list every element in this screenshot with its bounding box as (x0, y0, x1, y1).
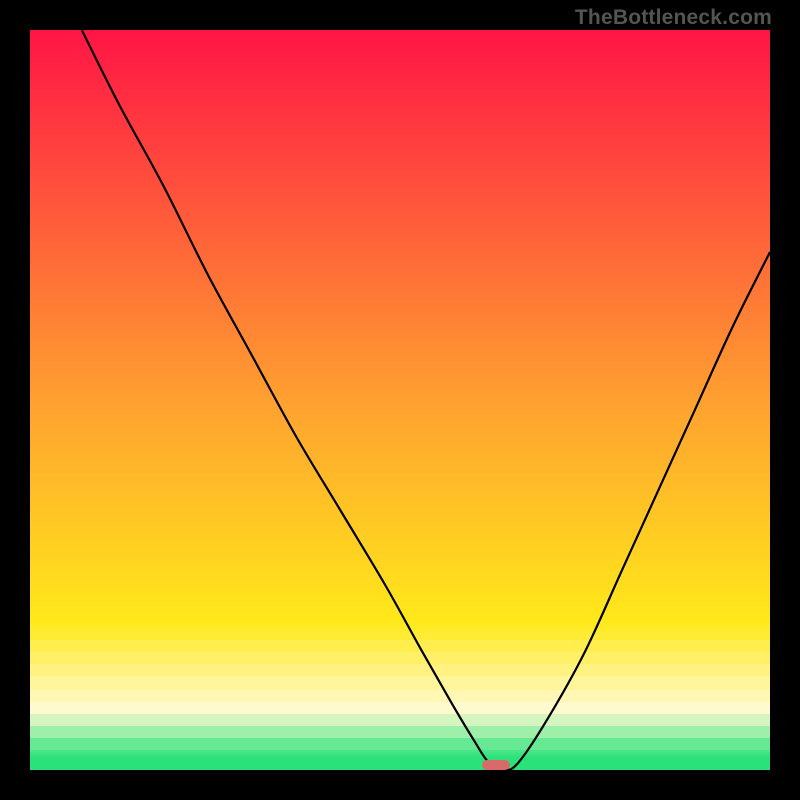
watermark-text: TheBottleneck.com (575, 6, 772, 30)
curve-svg (30, 30, 770, 770)
chart-stage: TheBottleneck.com (0, 0, 800, 800)
bottleneck-curve (82, 30, 770, 770)
plot-area (30, 30, 770, 770)
optimal-marker (482, 760, 510, 770)
